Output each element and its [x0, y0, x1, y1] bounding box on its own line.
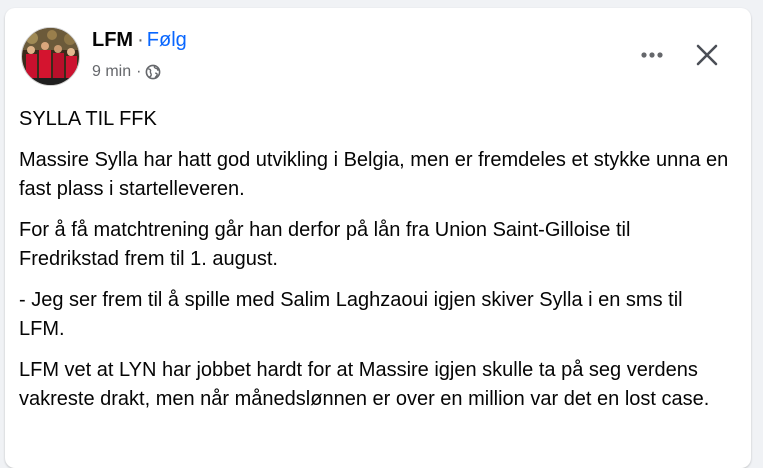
post-card: LFM · Følg 9 min · SYLLA TIL FFK Massire S… [5, 8, 751, 468]
post-timestamp[interactable]: 9 min [92, 63, 131, 81]
post-paragraph: Massire Sylla har hatt god utvikling i B… [19, 149, 729, 200]
meta-separator: · [136, 63, 142, 80]
post-header-title: LFM · Følg [92, 29, 187, 52]
globe-icon[interactable] [145, 64, 161, 80]
post-paragraph: LFM vet at LYN har jobbet hardt for at M… [19, 359, 710, 410]
more-icon [641, 52, 663, 58]
post-paragraph-headline: SYLLA TIL FFK [19, 108, 157, 130]
follow-button[interactable]: Følg [147, 29, 187, 51]
avatar[interactable] [21, 27, 80, 86]
close-icon [696, 44, 718, 66]
more-options-button[interactable] [632, 35, 672, 75]
title-separator: · [137, 29, 144, 51]
author-name[interactable]: LFM [92, 29, 133, 51]
post-paragraph: - Jeg ser frem til å spille med Salim La… [19, 289, 683, 340]
post-paragraph: For å få matchtrening går han derfor på … [19, 219, 631, 270]
post-meta: 9 min · [92, 63, 161, 81]
post-body: SYLLA TIL FFK Massire Sylla har hatt god… [19, 105, 731, 426]
avatar-image [22, 28, 79, 85]
close-button[interactable] [687, 35, 727, 75]
